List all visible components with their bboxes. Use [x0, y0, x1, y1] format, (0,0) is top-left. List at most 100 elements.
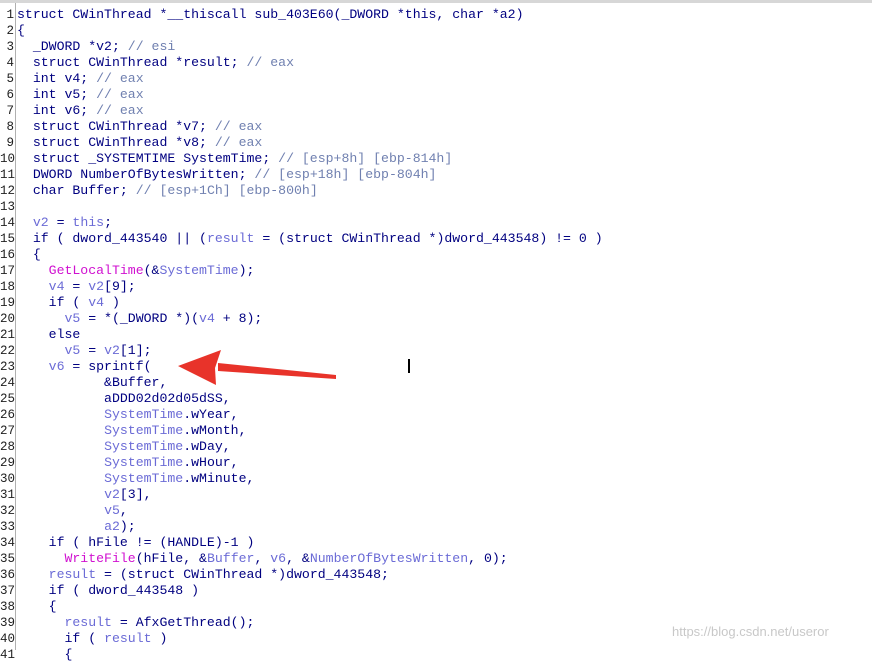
code-text: {: [17, 23, 25, 39]
line-number: 23: [0, 360, 16, 374]
code-line[interactable]: 6 int v5; // eax: [0, 87, 872, 103]
line-number: 37: [0, 584, 16, 598]
code-line[interactable]: 35 WriteFile(hFile, &Buffer, v6, &Number…: [0, 551, 872, 567]
code-line[interactable]: 38 {: [0, 599, 872, 615]
comment-token: // eax: [214, 135, 263, 150]
code-token: + 8);: [214, 311, 263, 326]
code-line[interactable]: 22 v5 = v2[1];: [0, 343, 872, 359]
code-line[interactable]: 12 char Buffer; // [esp+1Ch] [ebp-800h]: [0, 183, 872, 199]
code-line[interactable]: 14 v2 = this;: [0, 215, 872, 231]
code-line[interactable]: 36 result = (struct CWinThread *)dword_4…: [0, 567, 872, 583]
code-line[interactable]: 29 SystemTime.wHour,: [0, 455, 872, 471]
code-line[interactable]: 10 struct _SYSTEMTIME SystemTime; // [es…: [0, 151, 872, 167]
code-line[interactable]: 7 int v6; // eax: [0, 103, 872, 119]
code-text: &Buffer,: [17, 375, 167, 391]
code-line[interactable]: 18 v4 = v2[9];: [0, 279, 872, 295]
comment-token: // eax: [246, 55, 294, 70]
variable-token: result: [104, 631, 152, 646]
code-token: struct _SYSTEMTIME SystemTime;: [17, 151, 279, 166]
code-text: SystemTime.wMinute,: [17, 471, 254, 487]
code-token: =: [80, 343, 105, 358]
code-line[interactable]: 37 if ( dword_443548 ): [0, 583, 872, 599]
code-line[interactable]: 23 v6 = sprintf(: [0, 359, 872, 375]
code-line[interactable]: 25 aDDD02d02d05dSS,: [0, 391, 872, 407]
line-number: 18: [0, 280, 16, 294]
code-token: struct CWinThread *__thiscall sub_403E60…: [17, 7, 524, 22]
code-line[interactable]: 31 v2[3],: [0, 487, 872, 503]
code-line[interactable]: 34 if ( hFile != (HANDLE)-1 ): [0, 535, 872, 551]
code-text: a2);: [17, 519, 136, 535]
code-token: .wDay,: [183, 439, 231, 454]
code-line[interactable]: 13: [0, 199, 872, 215]
code-token: if ( dword_443548 ): [17, 583, 200, 598]
code-line[interactable]: 32 v5,: [0, 503, 872, 519]
code-token: (hFile, &: [135, 551, 207, 566]
code-line[interactable]: 8 struct CWinThread *v7; // eax: [0, 119, 872, 135]
code-text: v4 = v2[9];: [17, 279, 136, 295]
comment-token: // [esp+1Ch] [ebp-800h]: [135, 183, 318, 198]
line-number: 7: [6, 104, 14, 118]
code-token: =: [48, 215, 73, 230]
code-line[interactable]: 28 SystemTime.wDay,: [0, 439, 872, 455]
code-token: {: [17, 647, 73, 662]
line-number: 40: [0, 632, 16, 646]
line-number: 2: [6, 24, 14, 38]
code-line[interactable]: 9 struct CWinThread *v8; // eax: [0, 135, 872, 151]
comment-token: // [esp+8h] [ebp-814h]: [278, 151, 453, 166]
code-line[interactable]: 17 GetLocalTime(&SystemTime);: [0, 263, 872, 279]
variable-token: v4: [88, 295, 105, 310]
watermark: https://blog.csdn.net/useror: [672, 624, 829, 639]
variable-token: v2: [88, 279, 105, 294]
variable-token: v4: [199, 311, 215, 326]
code-line[interactable]: 5 int v4; // eax: [0, 71, 872, 87]
variable-token: a2: [104, 519, 120, 534]
code-line[interactable]: 24 &Buffer,: [0, 375, 872, 391]
code-token: DWORD NumberOfBytesWritten;: [17, 167, 255, 182]
code-line[interactable]: 11 DWORD NumberOfBytesWritten; // [esp+1…: [0, 167, 872, 183]
code-text: struct _SYSTEMTIME SystemTime; // [esp+8…: [17, 151, 452, 167]
line-number: 31: [0, 488, 16, 502]
line-number: 3: [6, 40, 14, 54]
line-number: 15: [0, 232, 16, 246]
code-line[interactable]: 41 {: [0, 647, 872, 663]
code-line[interactable]: 4 struct CWinThread *result; // eax: [0, 55, 872, 71]
line-number: 19: [0, 296, 16, 310]
code-line[interactable]: 1 struct CWinThread *__thiscall sub_403E6…: [0, 7, 872, 23]
code-line[interactable]: 2{: [0, 23, 872, 39]
code-text: result = AfxGetThread();: [17, 615, 254, 631]
code-line[interactable]: 20 v5 = *(_DWORD *)(v4 + 8);: [0, 311, 872, 327]
pseudocode-view[interactable]: 1 struct CWinThread *__thiscall sub_403E6…: [0, 7, 872, 663]
line-number: 27: [0, 424, 16, 438]
line-number: 36: [0, 568, 16, 582]
code-token: aDDD02d02d05dSS,: [17, 391, 231, 406]
code-token: if ( dword_443540 || (: [17, 231, 207, 246]
code-line[interactable]: 21 else: [0, 327, 872, 343]
line-number: 9: [6, 136, 14, 150]
code-line[interactable]: 19 if ( v4 ): [0, 295, 872, 311]
code-line[interactable]: 15 if ( dword_443540 || (result = (struc…: [0, 231, 872, 247]
code-line[interactable]: 30 SystemTime.wMinute,: [0, 471, 872, 487]
code-line[interactable]: 3 _DWORD *v2; // esi: [0, 39, 872, 55]
window-top-strip: [0, 0, 872, 3]
code-line[interactable]: 26 SystemTime.wYear,: [0, 407, 872, 423]
code-text: v5,: [17, 503, 128, 519]
code-line[interactable]: 27 SystemTime.wMonth,: [0, 423, 872, 439]
code-token: &Buffer,: [17, 375, 168, 390]
code-token: [3],: [119, 487, 152, 502]
code-text: int v6; // eax: [17, 103, 144, 119]
code-line[interactable]: 16 {: [0, 247, 872, 263]
line-number: 11: [0, 168, 16, 182]
code-text: if ( v4 ): [17, 295, 120, 311]
code-token: = AfxGetThread();: [111, 615, 255, 630]
code-line[interactable]: 33 a2);: [0, 519, 872, 535]
comment-token: // eax: [214, 119, 263, 134]
code-token: = (struct CWinThread *)dword_443548;: [96, 567, 389, 582]
code-text: v5 = v2[1];: [17, 343, 151, 359]
